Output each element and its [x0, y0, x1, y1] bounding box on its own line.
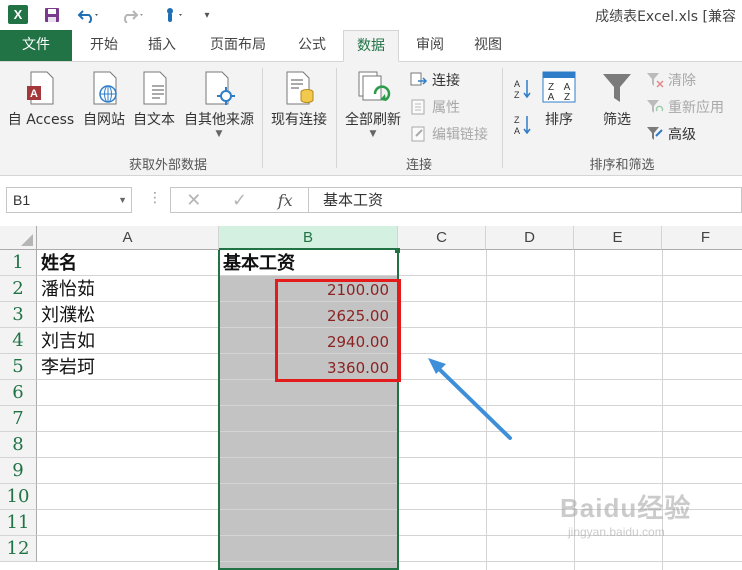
title-bar: X ▾ 成绩表Excel.xls [兼容 [0, 0, 742, 30]
clear-filter-button[interactable]: 清除 [646, 70, 696, 90]
svg-text:A: A [514, 126, 520, 136]
touch-mode-icon[interactable] [160, 4, 190, 26]
svg-text:A: A [30, 88, 38, 100]
ribbon-divider [502, 68, 503, 168]
ribbon-tab-bar: 文件 开始 插入 页面布局 公式 数据 审阅 视图 [0, 30, 742, 62]
enter-check-icon[interactable]: ✓ [232, 190, 247, 211]
from-web-button[interactable]: 自网站 [80, 70, 128, 129]
access-database-icon: A [27, 71, 54, 105]
formula-bar-splitter-icon[interactable]: ⋮ [148, 190, 162, 206]
from-access-button[interactable]: A 自 Access [6, 70, 76, 129]
edit-links-icon [411, 126, 425, 142]
window-title: 成绩表Excel.xls [兼容 [595, 9, 736, 25]
properties-icon [411, 99, 425, 115]
tab-formulas[interactable]: 公式 [290, 30, 334, 61]
group-label-sort-filter: 排序和筛选 [589, 158, 655, 173]
refresh-all-button[interactable]: 全部刷新 ▼ [340, 70, 406, 139]
tab-page-layout[interactable]: 页面布局 [198, 30, 278, 61]
advanced-filter-button[interactable]: 高级 [646, 124, 696, 144]
tab-view[interactable]: 视图 [466, 30, 510, 61]
watermark-brand: Baidu经验 [560, 493, 692, 523]
from-other-sources-button[interactable]: 自其他来源 ▼ [180, 70, 258, 139]
text-file-icon [143, 71, 167, 105]
svg-text:Z: Z [514, 90, 520, 100]
sort-ascending-button[interactable]: AZ [512, 78, 532, 100]
ribbon-divider [336, 68, 337, 168]
svg-text:Z: Z [564, 92, 570, 103]
tab-insert[interactable]: 插入 [140, 30, 184, 61]
filter-button[interactable]: 筛选 [596, 70, 638, 129]
svg-text:A: A [548, 92, 555, 103]
refresh-all-icon [358, 71, 391, 102]
advanced-filter-icon [647, 127, 663, 140]
reapply-button[interactable]: 重新应用 [646, 97, 724, 117]
formula-buttons: ✕ ✓ fx [170, 187, 308, 213]
other-sources-icon [205, 71, 235, 105]
existing-connections-icon [286, 71, 314, 105]
connections-icon [410, 72, 428, 86]
ribbon-divider [262, 68, 263, 168]
name-box-value: B1 [13, 192, 31, 208]
tab-home[interactable]: 开始 [82, 30, 126, 61]
tab-data[interactable]: 数据 [343, 30, 399, 62]
chevron-down-icon: ▼ [369, 129, 377, 139]
filter-funnel-icon [603, 74, 631, 102]
sort-za-icon: ZA [514, 115, 531, 136]
ribbon: A 自 Access 自网站 自文本 自其他来源 ▼ 现有连接 获取外部数据 全… [0, 62, 742, 176]
excel-app-icon: X [8, 5, 28, 24]
sort-descending-button[interactable]: ZA [512, 114, 532, 136]
svg-text:A: A [514, 79, 520, 89]
sort-dialog-icon: Z AA Z [542, 71, 576, 103]
save-icon[interactable] [40, 4, 64, 26]
redo-icon[interactable] [118, 4, 148, 26]
group-label-get-external-data: 获取外部数据 [128, 158, 207, 173]
connections-button[interactable]: 连接 [410, 70, 460, 90]
sort-az-icon: AZ [514, 79, 531, 100]
from-text-button[interactable]: 自文本 [130, 70, 178, 129]
chevron-down-icon: ▼ [215, 129, 223, 139]
svg-text:Z: Z [514, 115, 520, 125]
formula-input[interactable]: 基本工资 [308, 187, 742, 213]
worksheet-grid: A B C D E F 1 2 3 4 5 6 7 8 9 10 11 12 姓… [0, 226, 742, 570]
formula-bar: B1 ▼ ⋮ ✕ ✓ fx 基本工资 [0, 176, 742, 224]
edit-links-button[interactable]: 编辑链接 [410, 124, 488, 144]
tab-review[interactable]: 审阅 [408, 30, 452, 61]
web-globe-icon [93, 71, 117, 105]
existing-connections-button[interactable]: 现有连接 [266, 70, 332, 129]
name-box[interactable]: B1 ▼ [6, 187, 132, 213]
group-label-connections: 连接 [405, 158, 432, 173]
undo-icon[interactable] [74, 4, 104, 26]
watermark-url: jingyan.baidu.com [568, 525, 665, 539]
cancel-icon[interactable]: ✕ [186, 190, 201, 211]
clear-filter-icon [647, 73, 664, 88]
reapply-icon [647, 100, 664, 113]
baidu-watermark: Baidu经验 jingyan.baidu.com [560, 488, 691, 539]
sort-button[interactable]: ZAAZ 排序 [538, 70, 580, 129]
chevron-down-icon[interactable]: ▼ [118, 188, 127, 212]
customize-qat-icon[interactable]: ▾ [200, 4, 214, 26]
tab-file[interactable]: 文件 [0, 30, 72, 61]
properties-button[interactable]: 属性 [410, 97, 460, 117]
insert-function-icon[interactable]: fx [278, 191, 293, 210]
